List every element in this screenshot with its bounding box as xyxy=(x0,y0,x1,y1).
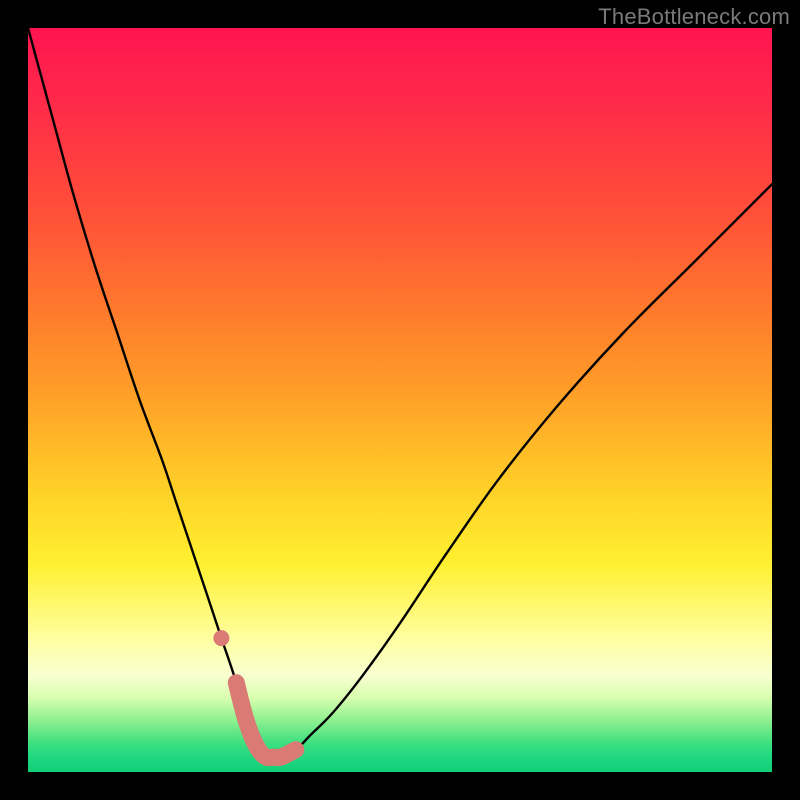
bottleneck-curve xyxy=(28,28,772,758)
chart-svg xyxy=(28,28,772,772)
plot-area xyxy=(28,28,772,772)
bottleneck-marker-dot xyxy=(213,630,229,646)
watermark-label: TheBottleneck.com xyxy=(598,4,790,30)
bottleneck-marker xyxy=(236,683,295,758)
chart-frame: TheBottleneck.com xyxy=(0,0,800,800)
